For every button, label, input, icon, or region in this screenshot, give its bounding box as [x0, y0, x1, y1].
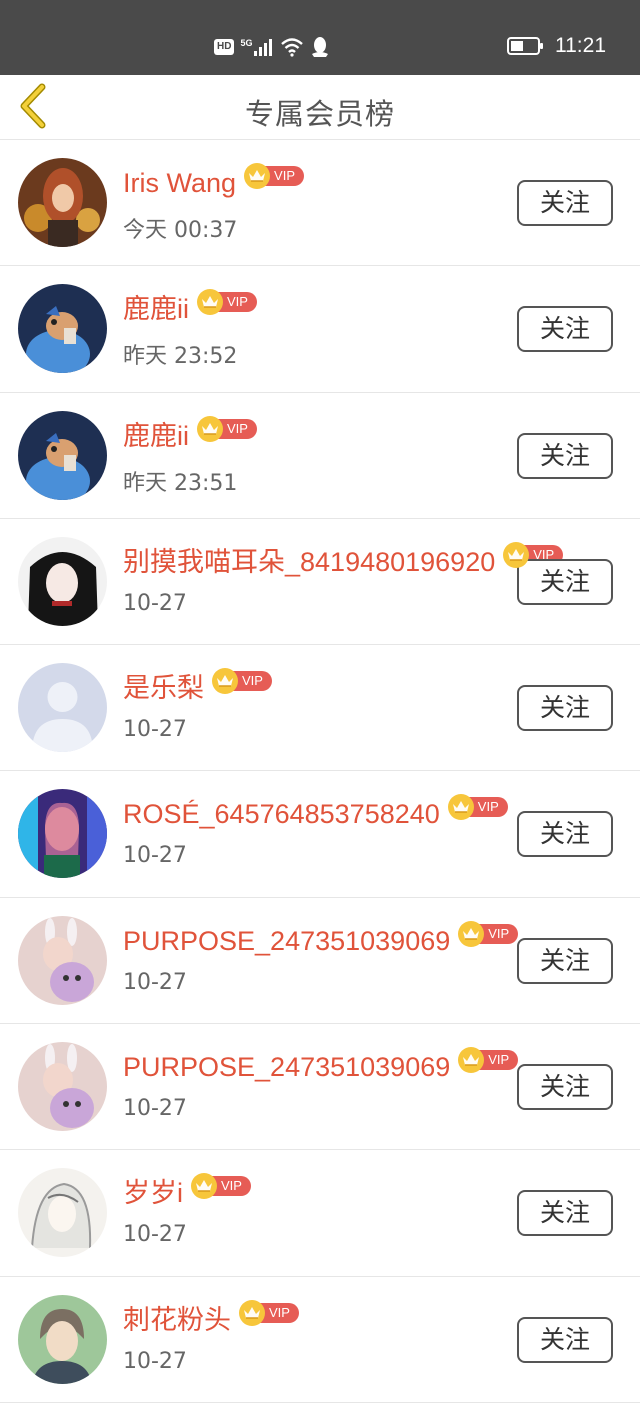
avatar-photo-woman[interactable] [18, 158, 107, 247]
follow-button[interactable]: 关注 [517, 685, 613, 732]
name-line: PURPOSE_247351039069 VIP [123, 1044, 519, 1090]
vip-badge: VIP [212, 668, 272, 695]
list-item[interactable]: 鹿鹿ii VIP 昨天 23:52 关注 [0, 266, 640, 393]
avatar-photo-bunny[interactable] [18, 1042, 107, 1132]
avatar-anime-green[interactable] [18, 1294, 107, 1384]
clock: 11:21 [555, 34, 606, 57]
signal-icon [254, 39, 273, 56]
wifi-icon [281, 38, 304, 57]
vip-badge: VIP [447, 794, 508, 821]
crown-icon [212, 668, 238, 695]
member-time: 10-27 [123, 717, 187, 743]
member-name: PURPOSE_247351039069 [123, 925, 451, 956]
name-line: 刺花粉头 VIP [123, 1297, 299, 1343]
list-item[interactable]: 别摸我喵耳朵_8419480196920 VIP 10-27 关注 [0, 519, 640, 646]
list-item[interactable]: PURPOSE_247351039069 VIP 10-27 关注 [0, 1024, 640, 1151]
member-name: 鹿鹿ii [123, 420, 189, 451]
member-name: 刺花粉头 [123, 1304, 231, 1335]
follow-button[interactable]: 关注 [517, 432, 613, 479]
list-item[interactable]: PURPOSE_247351039069 VIP 10-27 关注 [0, 898, 640, 1025]
list-item[interactable]: ROSÉ_645764853758240 VIP 10-27 关注 [0, 771, 640, 898]
follow-button[interactable]: 关注 [517, 1064, 613, 1111]
member-name: 岁岁i [123, 1178, 183, 1209]
member-name: ROSÉ_645764853758240 [123, 799, 440, 830]
name-line: PURPOSE_247351039069 VIP [123, 918, 519, 964]
avatar-anime-sketch[interactable] [18, 1168, 107, 1258]
member-time: 10-27 [123, 969, 187, 995]
name-line: 别摸我喵耳朵_8419480196920 VIP [123, 539, 564, 585]
crown-icon [244, 163, 271, 189]
list-item[interactable]: 是乐梨 VIP 10-27 关注 [0, 645, 640, 772]
avatar-anime-dark[interactable] [18, 536, 107, 626]
member-time: 10-27 [123, 590, 187, 616]
vip-badge: VIP [197, 289, 257, 316]
avatar-default-person[interactable] [18, 663, 107, 753]
crown-icon [458, 920, 485, 947]
hd-badge: HD [214, 39, 235, 55]
member-time: 今天 00:37 [123, 218, 238, 243]
follow-button[interactable]: 关注 [517, 811, 613, 858]
member-time: 10-27 [123, 1222, 187, 1248]
list-item[interactable]: 岁岁i VIP 10-27 关注 [0, 1150, 640, 1277]
nav-header: 专属会员榜 [0, 75, 640, 140]
page-title: 专属会员榜 [244, 97, 395, 131]
member-name: 是乐梨 [123, 673, 204, 704]
follow-button[interactable]: 关注 [517, 180, 613, 226]
avatar-dog-blue[interactable] [18, 410, 107, 500]
vip-badge: VIP [458, 1047, 519, 1074]
follow-button[interactable]: 关注 [517, 937, 613, 984]
vip-badge: VIP [239, 1299, 299, 1326]
name-line: ROSÉ_645764853758240 VIP [123, 791, 508, 837]
avatar-photo-neon[interactable] [18, 789, 107, 879]
follow-button[interactable]: 关注 [517, 1316, 613, 1363]
list-item[interactable]: Iris Wang VIP 今天 00:37 关注 [0, 140, 640, 267]
name-line: 鹿鹿ii VIP [123, 286, 257, 332]
name-line: 岁岁i VIP [123, 1170, 251, 1216]
battery-icon [507, 37, 543, 55]
list-item[interactable]: 刺花粉头 VIP 10-27 关注 [0, 1277, 640, 1403]
name-line: Iris Wang VIP [123, 160, 304, 206]
member-time: 10-27 [123, 1096, 187, 1122]
vip-badge: VIP [244, 163, 304, 189]
member-name: 鹿鹿ii [123, 294, 189, 325]
member-time: 昨天 23:51 [123, 470, 238, 496]
status-right: 11:21 [507, 34, 606, 58]
member-time: 10-27 [123, 843, 187, 869]
vip-badge: VIP [458, 920, 519, 947]
crown-icon [197, 415, 223, 442]
status-bar: HD 5G 11:21 [0, 0, 640, 75]
vip-badge: VIP [191, 1173, 251, 1200]
member-name: Iris Wang [123, 168, 237, 198]
avatar-photo-bunny[interactable] [18, 915, 107, 1005]
name-line: 鹿鹿ii VIP [123, 413, 257, 459]
follow-button[interactable]: 关注 [517, 1190, 613, 1237]
follow-button[interactable]: 关注 [517, 558, 613, 605]
member-name: PURPOSE_247351039069 [123, 1052, 451, 1083]
crown-icon [239, 1299, 265, 1326]
qq-icon [312, 37, 329, 57]
list-item[interactable]: 鹿鹿ii VIP 昨天 23:51 关注 [0, 393, 640, 519]
member-name: 别摸我喵耳朵_8419480196920 [123, 546, 496, 577]
vip-badge: VIP [197, 415, 257, 442]
status-icons: HD 5G [214, 36, 330, 58]
follow-button[interactable]: 关注 [517, 306, 613, 353]
name-line: 是乐梨 VIP [123, 665, 272, 711]
member-time: 10-27 [123, 1348, 187, 1374]
network-type: 5G [240, 38, 253, 48]
member-list: Iris Wang VIP 今天 00:37 关注 鹿鹿ii VIP 昨天 23… [0, 140, 640, 1403]
avatar-dog-blue[interactable] [18, 284, 107, 374]
crown-icon [503, 541, 530, 568]
member-time: 昨天 23:52 [123, 344, 238, 370]
